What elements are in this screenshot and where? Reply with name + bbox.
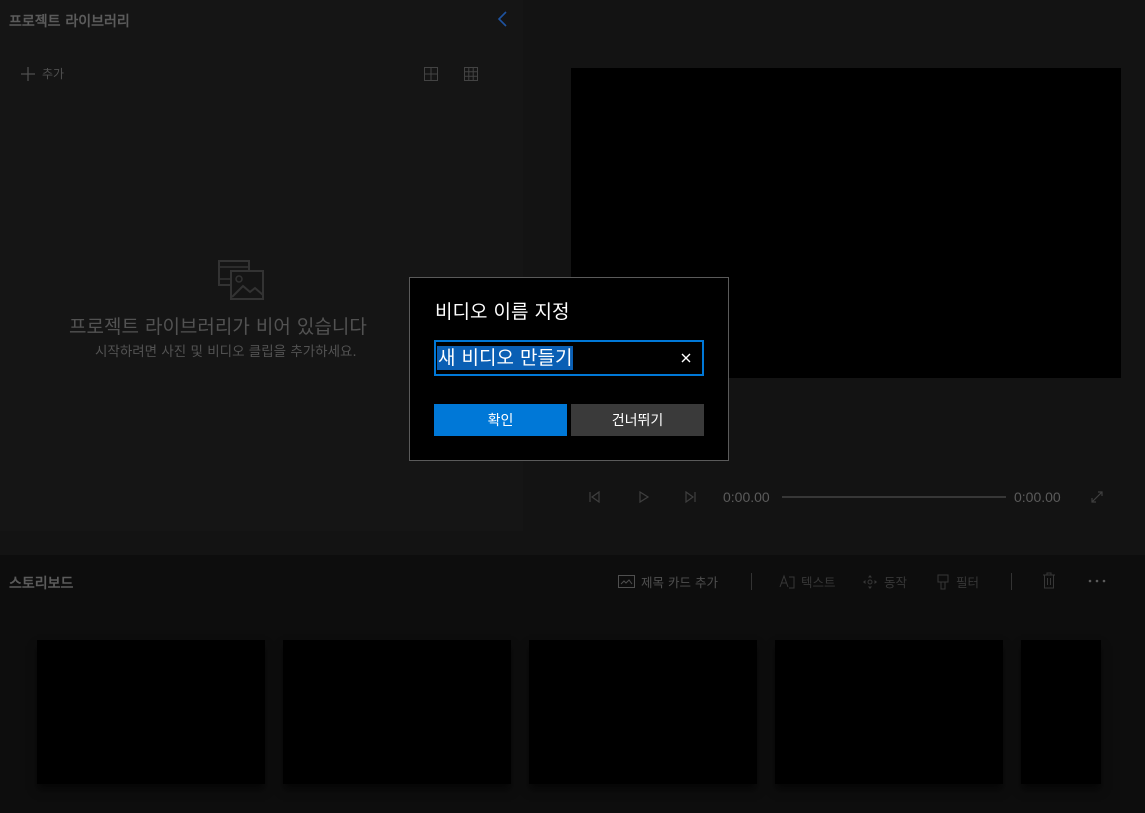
video-name-input[interactable]: 새 비디오 만들기 [434, 340, 704, 376]
skip-button[interactable]: 건너뛰기 [571, 404, 704, 436]
dialog-title: 비디오 이름 지정 [435, 301, 570, 323]
confirm-button[interactable]: 확인 [434, 404, 567, 436]
name-video-dialog: 비디오 이름 지정 새 비디오 만들기 확인 건너뛰기 [409, 277, 729, 461]
close-icon [681, 353, 691, 363]
video-name-value[interactable]: 새 비디오 만들기 [437, 346, 574, 370]
clear-input-button[interactable] [678, 350, 694, 366]
